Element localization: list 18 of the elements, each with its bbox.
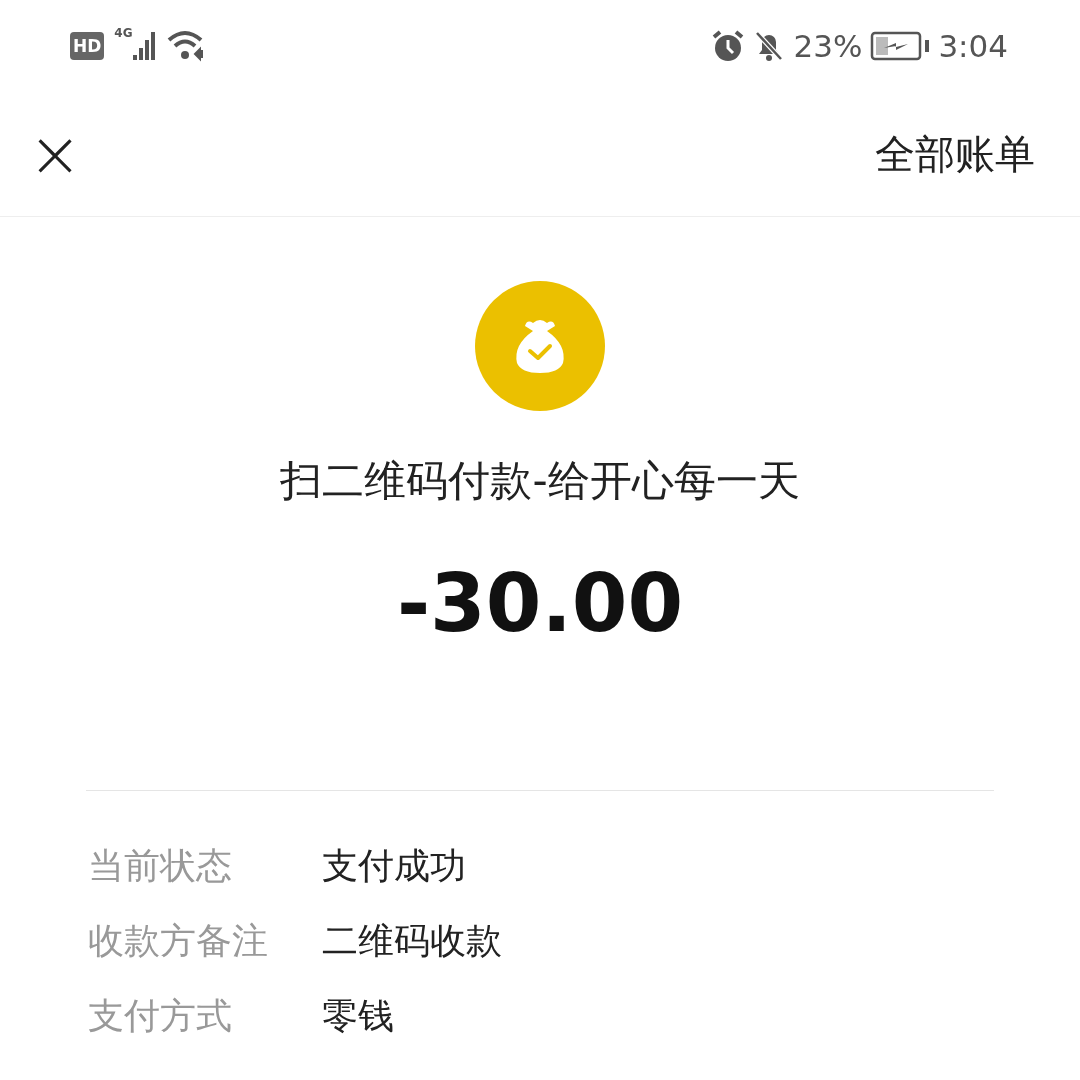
amount: -30.00 — [396, 564, 684, 644]
all-bills-link[interactable]: 全部账单 — [875, 124, 1035, 184]
money-bag-check-icon — [475, 281, 605, 411]
battery-charging-icon — [870, 30, 931, 62]
hd-badge: HD — [70, 32, 105, 60]
battery-percentage: 23% — [793, 26, 863, 66]
detail-value: 支付成功 — [322, 844, 466, 888]
detail-value: 二维码收款 — [322, 919, 502, 963]
detail-label: 当前状态 — [88, 844, 233, 888]
detail-label: 支付方式 — [88, 994, 233, 1038]
clock-time: 3:04 — [938, 26, 1008, 66]
detail-value: 零钱 — [322, 994, 394, 1038]
close-button[interactable]: × — [32, 131, 78, 177]
transaction-title: 扫二维码付款-给开心每一天 — [280, 455, 800, 507]
network-type: 4G — [114, 27, 133, 39]
detail-label: 收款方备注 — [88, 919, 269, 963]
signal-icon — [132, 31, 157, 61]
alarm-icon — [711, 29, 746, 63]
